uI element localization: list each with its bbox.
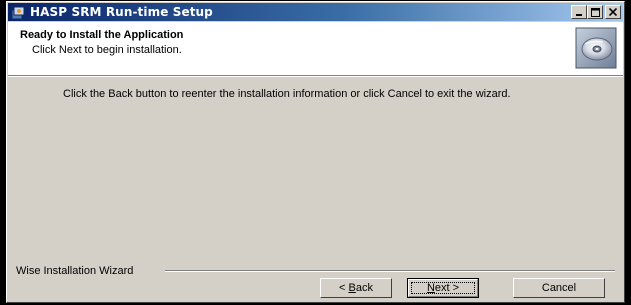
page-subtitle: Click Next to begin installation. xyxy=(32,44,182,56)
setup-dialog: HASP SRM Run-time Setup Ready to Install… xyxy=(6,1,625,303)
minimize-button[interactable] xyxy=(571,5,587,19)
installer-app-icon xyxy=(11,5,26,20)
cancel-button-label: Cancel xyxy=(541,282,577,294)
instructions-text: Click the Back button to reenter the ins… xyxy=(63,88,511,100)
wizard-brand-label: Wise Installation Wizard xyxy=(16,265,134,277)
cancel-button[interactable]: Cancel xyxy=(513,278,605,298)
caption-buttons xyxy=(571,5,621,19)
maximize-button[interactable] xyxy=(587,5,603,19)
page-title: Ready to Install the Application xyxy=(20,29,184,41)
next-button[interactable]: Next > xyxy=(407,278,479,298)
close-button[interactable] xyxy=(605,5,621,19)
window-title: HASP SRM Run-time Setup xyxy=(30,5,213,19)
maximize-icon xyxy=(590,7,600,17)
back-button-label: < Back xyxy=(339,282,373,294)
header-divider xyxy=(8,76,623,77)
header-panel: Ready to Install the Application Click N… xyxy=(8,22,623,76)
title-bar[interactable]: HASP SRM Run-time Setup xyxy=(8,3,623,21)
minimize-icon xyxy=(576,14,582,16)
back-button[interactable]: < Back xyxy=(320,278,392,298)
close-icon xyxy=(609,8,617,16)
install-disc-icon xyxy=(575,27,617,69)
next-button-label: Next > xyxy=(426,282,460,294)
footer-divider xyxy=(165,270,615,272)
